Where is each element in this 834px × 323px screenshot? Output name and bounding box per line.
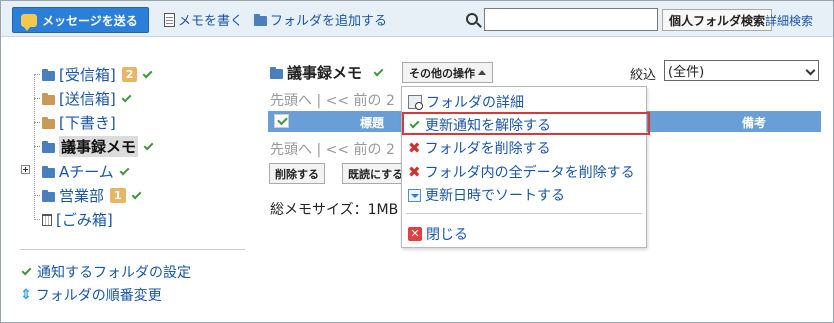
check-icon <box>142 68 153 78</box>
write-memo-label: メモを書く <box>178 14 244 29</box>
folder-order-link[interactable]: ⇕ フォルダの順番変更 <box>20 285 162 305</box>
check-icon <box>373 66 384 76</box>
menu-divider <box>406 213 642 214</box>
send-message-label: メッセージを送る <box>42 13 138 28</box>
page-title: 議事録メモ <box>270 62 384 83</box>
tree-line <box>34 195 40 196</box>
folder-icon <box>254 13 267 26</box>
tree-item-label: [受信箱] <box>59 66 116 84</box>
tree-item-label: 営業部 <box>59 187 105 205</box>
divider <box>20 249 245 250</box>
trash-icon <box>42 213 52 226</box>
select-all-checkbox[interactable] <box>274 114 289 128</box>
check-icon <box>119 165 130 175</box>
tree-line <box>34 98 40 99</box>
filter-label: 絞込 <box>630 68 657 83</box>
folder-icon <box>42 140 55 153</box>
pager-top[interactable]: 先頭へ | << 前の 2 <box>270 90 395 110</box>
other-operations-button[interactable]: その他の操作 <box>402 62 493 83</box>
write-memo-link[interactable]: メモを書く <box>164 10 243 29</box>
folder-icon <box>42 68 55 81</box>
other-operations-label: その他の操作 <box>409 66 475 80</box>
pager-bottom[interactable]: 先頭へ | << 前の 2 <box>270 139 395 159</box>
triangle-up-icon <box>478 70 486 75</box>
search-input[interactable] <box>484 8 658 31</box>
check-icon <box>131 189 142 199</box>
search-icon <box>466 13 478 25</box>
check-icon <box>121 92 132 102</box>
tree-item-label: Aチーム <box>59 163 114 181</box>
chevron-down-icon <box>805 65 816 76</box>
personal-folder-search-button[interactable]: 個人フォルダ検索 <box>662 9 773 31</box>
tree-item-inbox[interactable]: [受信箱] 2 <box>42 64 153 85</box>
mark-read-button[interactable]: 既読にする <box>342 163 402 184</box>
delete-x-icon: ✖ <box>408 138 421 157</box>
folder-order-label: フォルダの順番変更 <box>35 288 162 304</box>
menu-item-label: フォルダの詳細 <box>426 95 524 111</box>
filter-selected-value: (全件) <box>668 65 705 80</box>
unread-count-badge: 2 <box>121 67 138 82</box>
menu-item-sort-by-date[interactable]: 更新日時でソートする <box>408 185 565 205</box>
folder-details-icon <box>408 95 423 110</box>
sort-icon <box>408 188 421 202</box>
column-header-notes: 備考 <box>742 116 767 130</box>
delete-x-icon: ✖ <box>408 162 421 181</box>
tree-line <box>34 74 35 220</box>
tree-item-trash[interactable]: [ごみ箱] <box>40 209 113 230</box>
delete-button[interactable]: 削除する <box>269 163 325 184</box>
advanced-search-link[interactable]: 詳細検索 <box>765 12 813 29</box>
folder-icon <box>270 66 283 79</box>
tree-line <box>34 74 40 75</box>
memo-icon <box>164 12 175 27</box>
add-folder-link[interactable]: フォルダを追加する <box>254 10 387 29</box>
add-folder-label: フォルダを追加する <box>270 14 388 29</box>
tree-line <box>34 146 40 147</box>
column-header-title[interactable]: 標題 <box>360 114 384 131</box>
up-down-arrow-icon: ⇕ <box>20 287 32 303</box>
tree-line <box>34 122 40 123</box>
menu-item-folder-details[interactable]: フォルダの詳細 <box>408 92 524 112</box>
close-icon: ✕ <box>408 227 422 241</box>
tree-item-sent[interactable]: [送信箱] <box>42 88 132 109</box>
folder-icon <box>42 116 55 129</box>
menu-item-delete-all-data[interactable]: ✖ フォルダ内の全データを削除する <box>408 162 635 182</box>
toolbar: メッセージを送る メモを書く フォルダを追加する 個人フォルダ検索 詳細検索 <box>1 1 833 37</box>
folder-icon <box>42 189 55 202</box>
tree-item-label: [ごみ箱] <box>56 211 113 229</box>
menu-item-label: フォルダを削除する <box>424 141 551 157</box>
menu-item-label: 更新日時でソートする <box>425 188 565 204</box>
notify-folder-settings-link[interactable]: 通知するフォルダの設定 <box>20 262 191 282</box>
speech-bubble-icon <box>21 13 37 31</box>
total-memo-size: 総メモサイズ：1MB <box>270 202 399 218</box>
check-icon <box>409 118 420 129</box>
folder-icon <box>42 92 55 105</box>
menu-item-close[interactable]: ✕ 閉じる <box>408 224 468 244</box>
tree-item-label: [下書き] <box>59 114 116 132</box>
menu-item-label: 閉じる <box>426 227 468 243</box>
tree-item-label: [送信箱] <box>59 90 116 108</box>
menu-item-label: 更新通知を解除する <box>425 118 551 134</box>
menu-item-unsubscribe-updates[interactable]: 更新通知を解除する <box>408 115 551 135</box>
check-icon <box>143 140 154 150</box>
page-title-text: 議事録メモ <box>287 64 363 82</box>
tree-item-drafts[interactable]: [下書き] <box>42 112 116 133</box>
tree-item-label: 議事録メモ <box>59 136 139 157</box>
menu-item-delete-folder[interactable]: ✖ フォルダを削除する <box>408 138 551 158</box>
tree-item-team-a[interactable]: Aチーム <box>42 161 130 182</box>
tree-item-sales[interactable]: 営業部 1 <box>42 185 142 206</box>
unread-count-badge: 1 <box>110 188 126 203</box>
expand-toggle-icon[interactable] <box>21 165 30 174</box>
check-icon <box>21 265 32 276</box>
filter-select[interactable]: (全件) <box>664 60 819 81</box>
notify-folder-settings-label: 通知するフォルダの設定 <box>37 265 191 281</box>
menu-item-label: フォルダ内の全データを削除する <box>424 165 635 181</box>
other-operations-menu: フォルダの詳細 更新通知を解除する ✖ フォルダを削除する ✖ フォルダ内の全デ… <box>401 86 650 248</box>
send-message-button[interactable]: メッセージを送る <box>12 7 149 33</box>
folder-icon <box>42 165 55 178</box>
tree-item-minutes[interactable]: 議事録メモ <box>42 136 154 157</box>
